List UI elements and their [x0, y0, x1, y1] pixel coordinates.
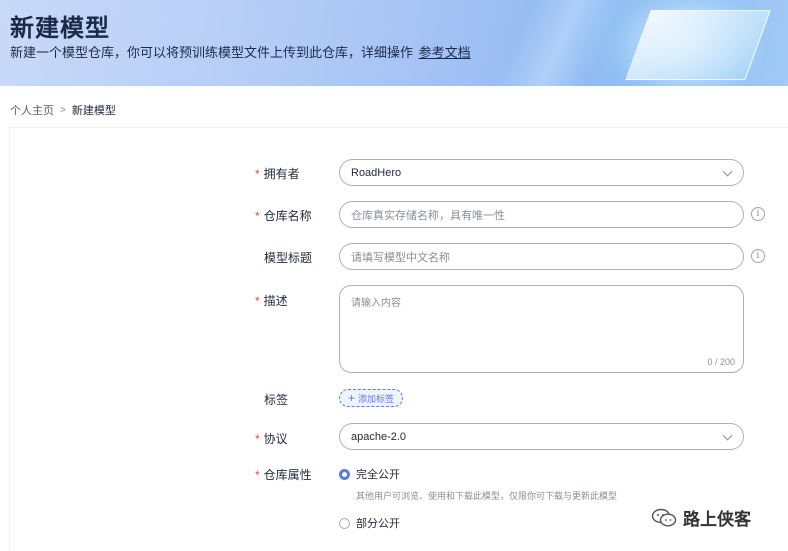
- required-mark: *: [255, 432, 260, 446]
- add-tag-button[interactable]: + 添加标签: [339, 389, 404, 407]
- description-placeholder: 请输入内容: [351, 298, 401, 309]
- character-counter: 0 / 200: [707, 357, 735, 367]
- add-tag-label: 添加标签: [358, 393, 395, 404]
- description-label: * 描述: [255, 294, 288, 308]
- tags-label: 标签: [264, 393, 289, 407]
- owner-select[interactable]: RoadHero: [339, 159, 744, 186]
- repo-name-placeholder: 仓库真实存储名称，具有唯一性: [351, 209, 505, 222]
- radio-label: 完全公开: [356, 469, 400, 481]
- owner-label: * 拥有者: [255, 167, 300, 181]
- license-select[interactable]: apache-2.0: [339, 423, 744, 450]
- radio-checked-icon: [339, 468, 350, 480]
- license-label: * 协议: [255, 432, 288, 446]
- page-banner: 新建模型 新建一个模型仓库，你可以将预训练模型文件上传到此仓库，详细操作 参考文…: [0, 0, 788, 86]
- plus-icon: +: [348, 391, 356, 405]
- description-textarea[interactable]: 请输入内容 0 / 200: [339, 285, 744, 373]
- page-title: 新建模型: [10, 15, 110, 42]
- info-icon[interactable]: i: [751, 249, 765, 263]
- required-mark: *: [255, 209, 260, 223]
- repo-name-label: * 仓库名称: [255, 209, 312, 223]
- watermark: 路上侠客: [651, 505, 751, 530]
- model-title-placeholder: 请填写模型中文名称: [351, 251, 450, 264]
- reference-doc-link[interactable]: 参考文档: [419, 45, 471, 60]
- visibility-option-description: 其他用户可浏览、使用和下载此模型，仅限你可下载与更新此模型: [356, 491, 618, 501]
- banner-cube-illustration: [625, 10, 771, 80]
- radio-fully-public[interactable]: 完全公开: [339, 466, 400, 482]
- model-title-label: 模型标题: [264, 251, 313, 265]
- info-icon[interactable]: i: [751, 207, 765, 221]
- breadcrumb-current: 新建模型: [71, 105, 116, 117]
- license-value: apache-2.0: [351, 430, 407, 443]
- breadcrumb: 个人主页 > 新建模型: [10, 102, 116, 118]
- required-mark: *: [255, 167, 260, 181]
- chevron-right-icon: >: [60, 104, 66, 116]
- required-mark: *: [255, 468, 260, 482]
- visibility-label: * 仓库属性: [255, 468, 312, 482]
- page-description: 新建一个模型仓库，你可以将预训练模型文件上传到此仓库，详细操作 参考文档: [10, 42, 471, 61]
- repo-name-input[interactable]: 仓库真实存储名称，具有唯一性: [339, 201, 744, 228]
- radio-unchecked-icon: [339, 517, 350, 529]
- radio-label: 部分公开: [356, 518, 400, 530]
- owner-value: RoadHero: [351, 166, 402, 179]
- chevron-down-icon: [722, 166, 733, 177]
- model-title-input[interactable]: 请填写模型中文名称: [339, 243, 744, 270]
- radio-partially-public[interactable]: 部分公开: [339, 515, 400, 531]
- chevron-down-icon: [722, 430, 733, 441]
- breadcrumb-home-link[interactable]: 个人主页: [10, 102, 54, 118]
- required-mark: *: [255, 294, 260, 308]
- wechat-icon: [651, 508, 677, 527]
- description-text: 新建一个模型仓库，你可以将预训练模型文件上传到此仓库，详细操作: [10, 45, 414, 60]
- watermark-text: 路上侠客: [683, 510, 751, 529]
